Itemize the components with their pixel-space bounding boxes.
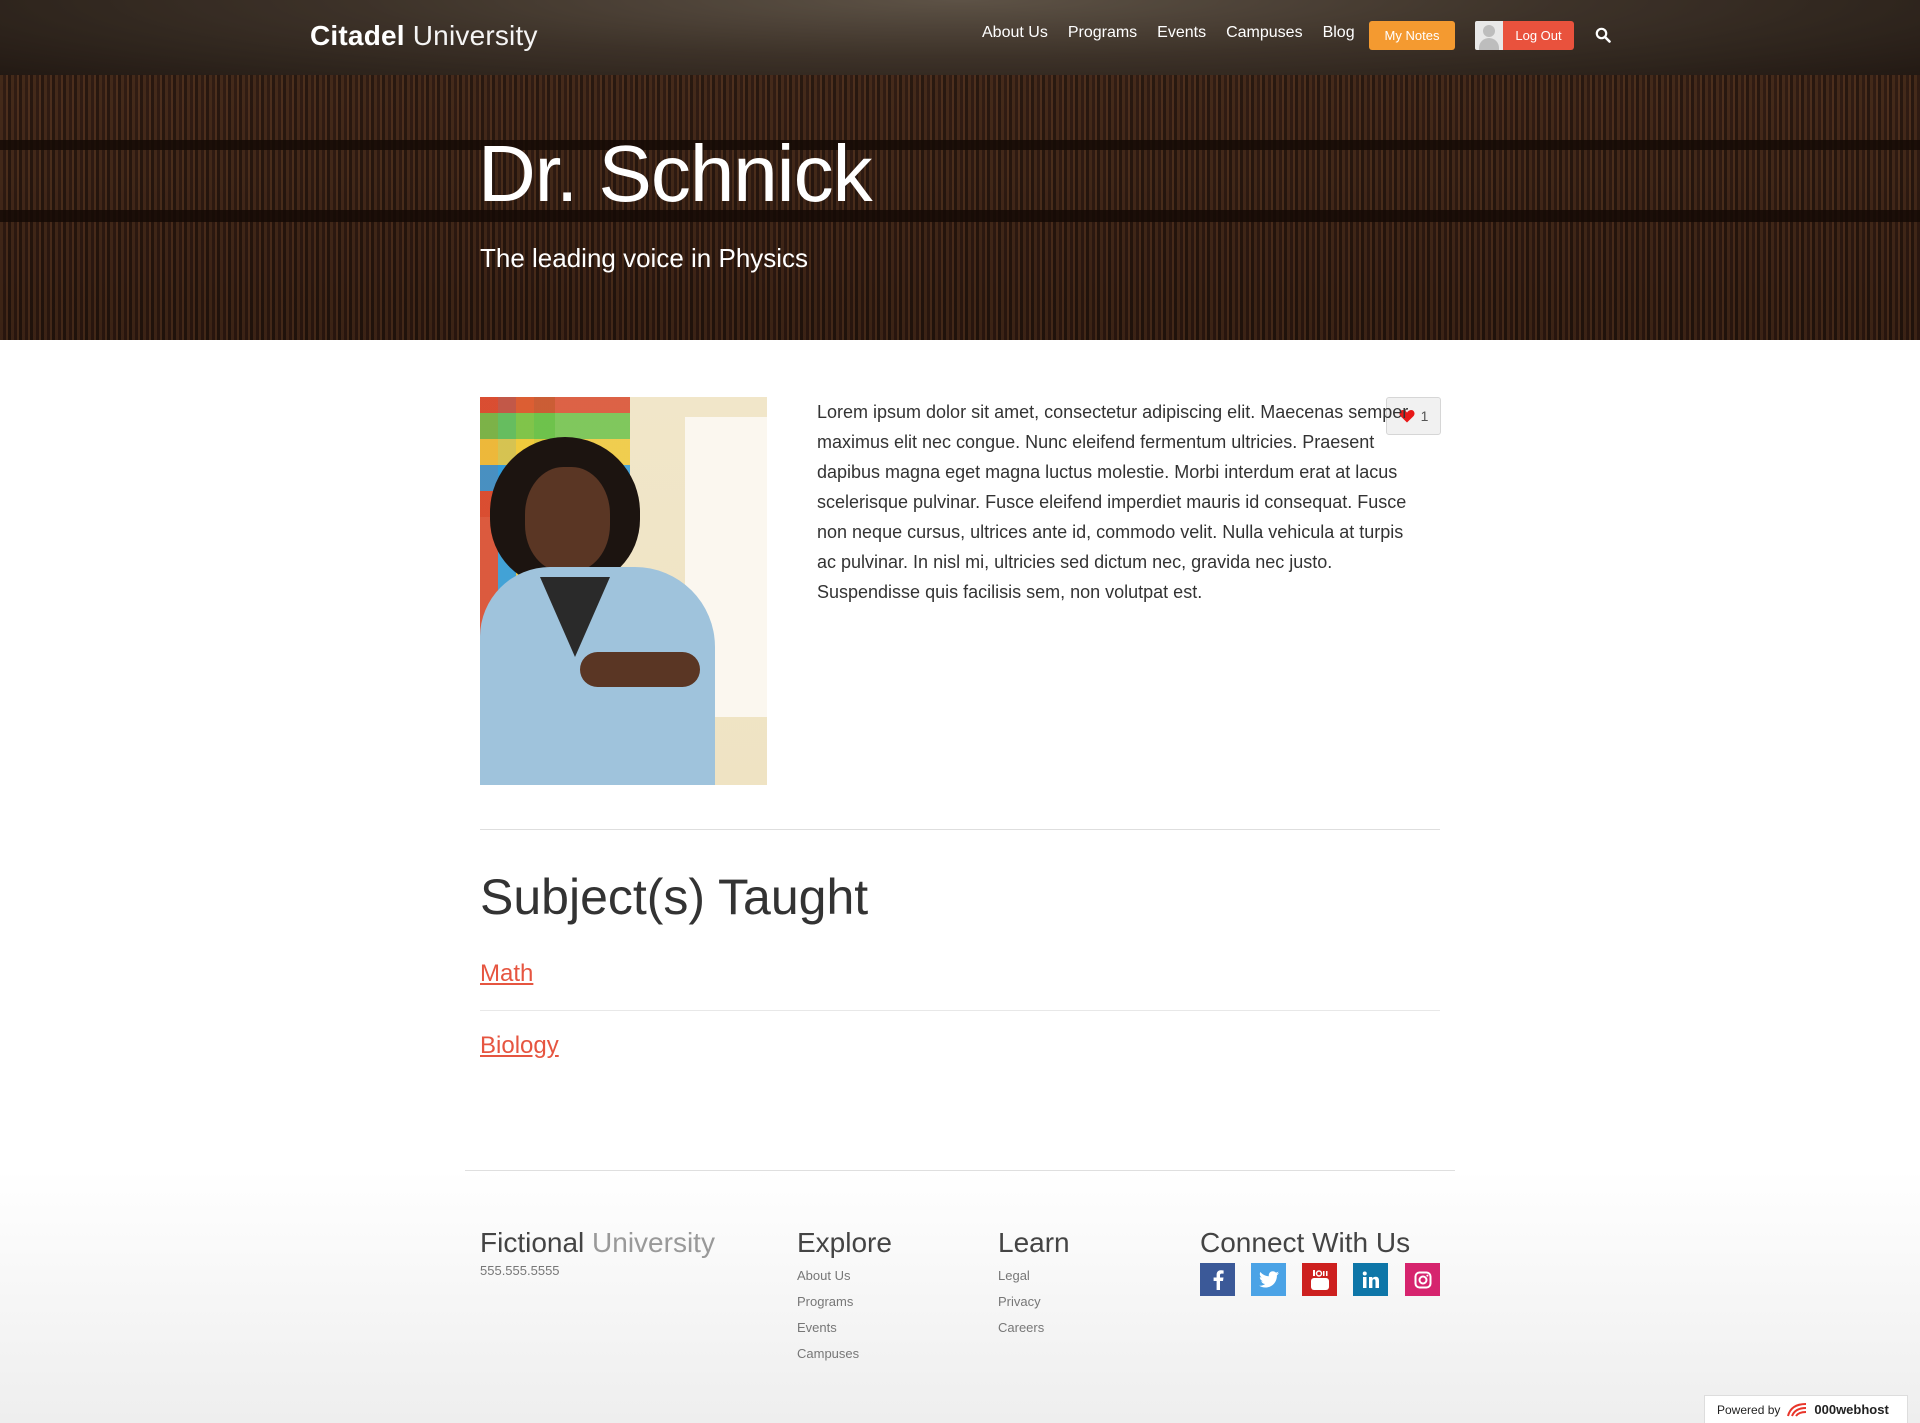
footer-link-careers[interactable]: Careers <box>998 1320 1044 1335</box>
footer-link-events[interactable]: Events <box>797 1320 837 1335</box>
youtube-icon[interactable] <box>1302 1263 1337 1296</box>
footer-connect-title: Connect With Us <box>1200 1227 1411 1258</box>
footer-logo-bold: Fictional <box>480 1227 585 1258</box>
my-notes-button[interactable]: My Notes <box>1369 21 1455 50</box>
footer-explore-title: Explore <box>797 1227 892 1258</box>
facebook-icon[interactable] <box>1200 1263 1235 1296</box>
footer-phone[interactable]: 555.555.5555 <box>480 1263 560 1278</box>
nav-campuses[interactable]: Campuses <box>1226 24 1302 42</box>
powered-by-label: Powered by <box>1717 1402 1781 1417</box>
section-divider <box>480 829 1440 830</box>
nav-programs[interactable]: Programs <box>1068 24 1137 42</box>
user-avatar-icon[interactable] <box>1475 21 1503 50</box>
banner-overlay <box>0 0 1920 340</box>
footer-link-programs[interactable]: Programs <box>797 1294 853 1309</box>
search-icon[interactable] <box>1595 27 1611 43</box>
webhost-name: 000webhost <box>1814 1402 1889 1417</box>
page-subtitle: The leading voice in Physics <box>480 243 809 273</box>
site-logo[interactable]: Citadel University <box>310 20 538 52</box>
footer-learn-title: Learn <box>998 1227 1070 1258</box>
footer-link-legal[interactable]: Legal <box>998 1268 1030 1283</box>
log-out-button[interactable]: Log Out <box>1503 21 1574 50</box>
footer-divider <box>465 1170 1455 1171</box>
footer-link-about-us[interactable]: About Us <box>797 1268 850 1283</box>
webhost-logo-icon <box>1787 1402 1807 1417</box>
professor-photo <box>480 397 767 785</box>
powered-by-badge[interactable]: Powered by 000webhost <box>1704 1395 1908 1423</box>
instagram-icon[interactable] <box>1405 1263 1440 1296</box>
site-logo-light: University <box>412 20 538 51</box>
site-footer <box>0 1170 1920 1423</box>
main-nav: About Us Programs Events Campuses Blog <box>982 24 1375 42</box>
nav-about-us[interactable]: About Us <box>982 24 1048 42</box>
footer-logo-light: University <box>592 1227 715 1258</box>
subject-link-math[interactable]: Math <box>480 960 533 988</box>
site-logo-bold: Citadel <box>310 20 405 51</box>
linkedin-icon[interactable] <box>1353 1263 1388 1296</box>
footer-link-privacy[interactable]: Privacy <box>998 1294 1041 1309</box>
page-title: Dr. Schnick <box>478 129 873 218</box>
nav-events[interactable]: Events <box>1157 24 1206 42</box>
professor-bio: Lorem ipsum dolor sit amet, consectetur … <box>817 402 1409 602</box>
nav-blog[interactable]: Blog <box>1323 24 1355 42</box>
twitter-icon[interactable] <box>1251 1263 1286 1296</box>
subject-divider <box>480 1010 1440 1011</box>
footer-logo[interactable]: Fictional University <box>480 1227 715 1259</box>
subjects-heading: Subject(s) Taught <box>480 869 869 925</box>
page-banner: Citadel University About Us Programs Eve… <box>0 0 1920 340</box>
subject-link-biology[interactable]: Biology <box>480 1032 559 1060</box>
footer-link-campuses[interactable]: Campuses <box>797 1346 859 1361</box>
